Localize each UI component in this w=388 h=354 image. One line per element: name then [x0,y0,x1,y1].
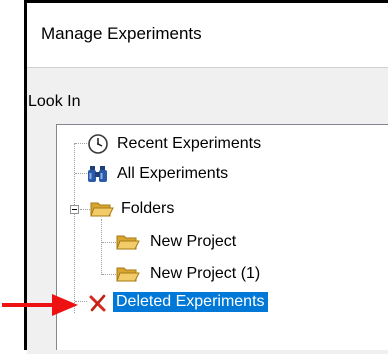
folder-open-icon [116,264,140,289]
tree-connector-line [74,143,75,313]
annotation-arrow-icon [2,294,78,316]
experiments-tree[interactable]: Recent Experiments All Experiments Folde… [56,124,388,350]
tree-item-new-project[interactable]: New Project [116,231,239,253]
look-in-label: Look In [28,93,81,110]
folders-collapse-toggle[interactable] [70,205,79,214]
title-bar[interactable]: Manage Experiments [27,3,388,67]
tree-item-label: Folders [121,200,175,217]
tree-item-label: Deleted Experiments [113,292,268,312]
tree-connector-line [75,173,87,174]
tree-connector-line [75,143,87,144]
tree-item-label: New Project [150,233,237,250]
folder-open-icon [116,232,140,257]
dialog-title: Manage Experiments [41,24,202,43]
tree-item-label: All Experiments [117,165,229,182]
tree-item-label: Recent Experiments [117,135,262,152]
folder-open-icon [90,199,114,224]
binoculars-icon [87,164,109,189]
tree-item-recent-experiments[interactable]: Recent Experiments [87,133,264,155]
tree-connector-line [102,274,116,275]
tree-connector-line [102,242,116,243]
tree-connector-line [80,209,90,210]
clock-icon [87,133,109,160]
tree-item-new-project-1[interactable]: New Project (1) [116,263,263,285]
delete-x-icon [88,293,108,318]
tree-item-folders[interactable]: Folders [90,198,177,220]
tree-item-all-experiments[interactable]: All Experiments [87,163,231,185]
tree-item-label: New Project (1) [150,265,261,282]
tree-item-deleted-experiments[interactable]: Deleted Experiments [87,291,268,313]
tree-connector-line [101,219,102,275]
